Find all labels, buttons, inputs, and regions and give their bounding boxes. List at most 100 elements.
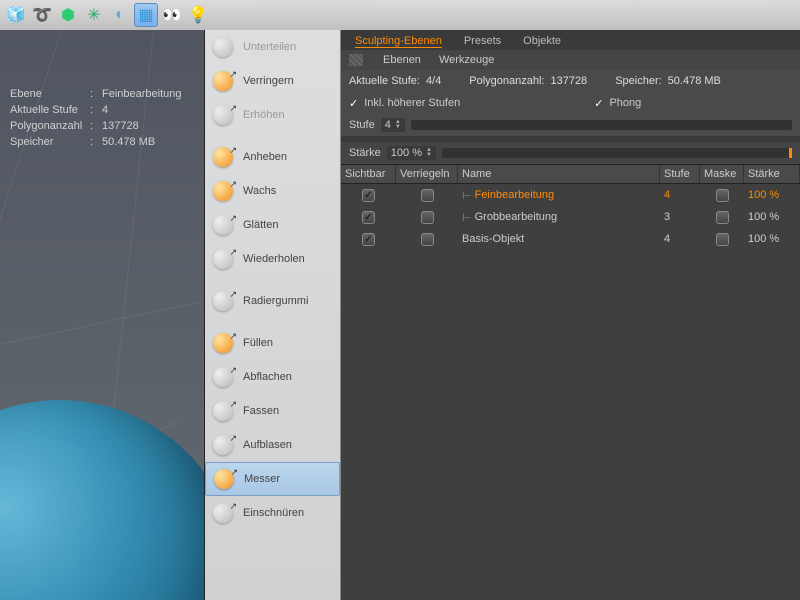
mask-checkbox[interactable] — [716, 211, 729, 224]
hud-label: Speicher — [10, 134, 90, 150]
th-name[interactable]: Name — [458, 165, 660, 183]
tool-icon: ↗ — [212, 467, 236, 491]
info-label: Aktuelle Stufe: — [349, 75, 420, 87]
viewport-hud: Ebene:Feinbearbeitung Aktuelle Stufe:4 P… — [10, 86, 182, 150]
toolbar-icon-primitive[interactable]: ⬢ — [56, 3, 80, 27]
tool-icon: ↗ — [211, 145, 235, 169]
tool-label: Messer — [244, 473, 333, 485]
toolbar-icon-generator[interactable]: ✳ — [82, 3, 106, 27]
sculpt-tool-aufblasen[interactable]: ↗ Aufblasen — [205, 428, 340, 462]
tool-label: Fassen — [243, 405, 334, 417]
checkbox-phong[interactable]: ✓Phong — [594, 97, 641, 110]
layer-name: ⊢Grobbearbeitung — [458, 206, 660, 228]
tab-objects[interactable]: Objekte — [515, 32, 569, 50]
hud-value: 137728 — [102, 118, 139, 134]
toolbar-icon-floor[interactable]: ▦ — [134, 3, 158, 27]
tab-presets[interactable]: Presets — [456, 32, 509, 50]
visible-checkbox[interactable] — [362, 211, 375, 224]
tool-icon: ↗ — [211, 103, 235, 127]
layer-row[interactable]: ⊢Grobbearbeitung3100 % — [341, 206, 800, 228]
sculpt-tool-verringern[interactable]: ↗ Verringern — [205, 64, 340, 98]
th-mask[interactable]: Maske — [700, 165, 744, 183]
sculpt-tool-wachs[interactable]: ↗Wachs — [205, 174, 340, 208]
spinner-icon[interactable]: ▲▼ — [395, 120, 401, 130]
info-value: 137728 — [550, 75, 587, 87]
layer-row[interactable]: Basis-Objekt4100 % — [341, 228, 800, 250]
hud-label: Polygonanzahl — [10, 118, 90, 134]
lock-checkbox[interactable] — [421, 189, 434, 202]
toolbar-icon-spline[interactable]: ➰ — [30, 3, 54, 27]
sculpt-tool-erhöhen[interactable]: ↗ Erhöhen — [205, 98, 340, 132]
sculpt-tool-füllen[interactable]: ↗ Füllen — [205, 326, 340, 360]
visible-checkbox[interactable] — [362, 189, 375, 202]
layer-strength: 100 % — [744, 206, 800, 228]
lock-checkbox[interactable] — [421, 211, 434, 224]
tool-icon — [211, 35, 235, 59]
toolbar-icon-cube[interactable]: 🧊 — [4, 3, 28, 27]
tool-icon: ↗ — [211, 213, 235, 237]
hud-label: Aktuelle Stufe — [10, 102, 90, 118]
tool-label: Verringern — [243, 75, 334, 87]
tool-icon: ↗ — [211, 365, 235, 389]
top-toolbar: 🧊 ➰ ⬢ ✳ ◐ ▦ 👀 💡 — [0, 0, 800, 30]
checkbox-incl-higher[interactable]: ✓Inkl. höherer Stufen — [349, 97, 460, 110]
sculpt-tool-fassen[interactable]: ↗Fassen — [205, 394, 340, 428]
tool-label: Wiederholen — [243, 253, 334, 265]
hud-label: Ebene — [10, 86, 90, 102]
subnav-tools[interactable]: Werkzeuge — [439, 54, 494, 66]
check-row: ✓Inkl. höherer Stufen ✓Phong — [341, 92, 800, 114]
th-lock[interactable]: Verriegeln — [396, 165, 458, 183]
sculpt-tool-einschnüren[interactable]: ↗ Einschnüren — [205, 496, 340, 530]
layer-row[interactable]: ⊢Feinbearbeitung4100 % — [341, 184, 800, 206]
right-panel: Sculpting-Ebenen Presets Objekte Ebenen … — [341, 30, 800, 600]
tool-label: Aufblasen — [243, 439, 334, 451]
th-visible[interactable]: Sichtbar — [341, 165, 396, 183]
lock-checkbox[interactable] — [421, 233, 434, 246]
viewport-object-sphere — [0, 400, 205, 600]
level-label: Stufe — [349, 119, 375, 131]
tool-label: Unterteilen — [243, 41, 334, 53]
toolbar-icon-deformer[interactable]: ◐ — [108, 3, 132, 27]
sculpt-tool-glätten[interactable]: ↗Glätten — [205, 208, 340, 242]
subnav-layers[interactable]: Ebenen — [383, 54, 421, 66]
sculpt-tool-list: Unterteilen↗Verringern↗Erhöhen↗Anheben↗W… — [205, 30, 341, 600]
panel-subnav: Ebenen Werkzeuge — [341, 50, 800, 70]
strength-value: 100 % — [391, 147, 422, 159]
sculpt-tool-messer[interactable]: ↗ Messer — [205, 462, 340, 496]
mask-checkbox[interactable] — [716, 189, 729, 202]
level-field[interactable]: 4 ▲▼ — [381, 118, 405, 132]
info-label: Speicher: — [615, 75, 661, 87]
tool-icon: ↗ — [211, 69, 235, 93]
panel-tabs: Sculpting-Ebenen Presets Objekte — [341, 30, 800, 50]
layer-name: Basis-Objekt — [458, 228, 660, 250]
strength-slider[interactable] — [442, 148, 792, 158]
strength-label: Stärke — [349, 147, 381, 159]
level-slider[interactable] — [411, 120, 792, 130]
sculpt-tool-unterteilen[interactable]: Unterteilen — [205, 30, 340, 64]
sculpt-tool-radiergummi[interactable]: ↗Radiergummi — [205, 284, 340, 318]
sculpt-tool-wiederholen[interactable]: ↗ Wiederholen — [205, 242, 340, 276]
spinner-icon[interactable]: ▲▼ — [426, 148, 432, 158]
tool-label: Erhöhen — [243, 109, 334, 121]
strength-field[interactable]: 100 % ▲▼ — [387, 146, 436, 160]
strength-row: Stärke 100 % ▲▼ — [341, 142, 800, 164]
visible-checkbox[interactable] — [362, 233, 375, 246]
viewport[interactable]: Ebene:Feinbearbeitung Aktuelle Stufe:4 P… — [0, 30, 205, 600]
layer-name: ⊢Feinbearbeitung — [458, 184, 660, 206]
sculpt-tool-anheben[interactable]: ↗Anheben — [205, 140, 340, 174]
tool-icon: ↗ — [211, 331, 235, 355]
th-level[interactable]: Stufe — [660, 165, 700, 183]
tool-label: Füllen — [243, 337, 334, 349]
mask-checkbox[interactable] — [716, 233, 729, 246]
tab-sculpting-layers[interactable]: Sculpting-Ebenen — [347, 32, 450, 50]
tool-icon: ↗ — [211, 433, 235, 457]
grip-icon[interactable] — [349, 54, 363, 66]
tool-label: Einschnüren — [243, 507, 334, 519]
tool-icon: ↗ — [211, 247, 235, 271]
toolbar-icon-camera[interactable]: 👀 — [160, 3, 184, 27]
sculpt-tool-abflachen[interactable]: ↗Abflachen — [205, 360, 340, 394]
th-strength[interactable]: Stärke — [744, 165, 800, 183]
tool-icon: ↗ — [211, 501, 235, 525]
level-row: Stufe 4 ▲▼ — [341, 114, 800, 136]
toolbar-icon-light[interactable]: 💡 — [186, 3, 210, 27]
